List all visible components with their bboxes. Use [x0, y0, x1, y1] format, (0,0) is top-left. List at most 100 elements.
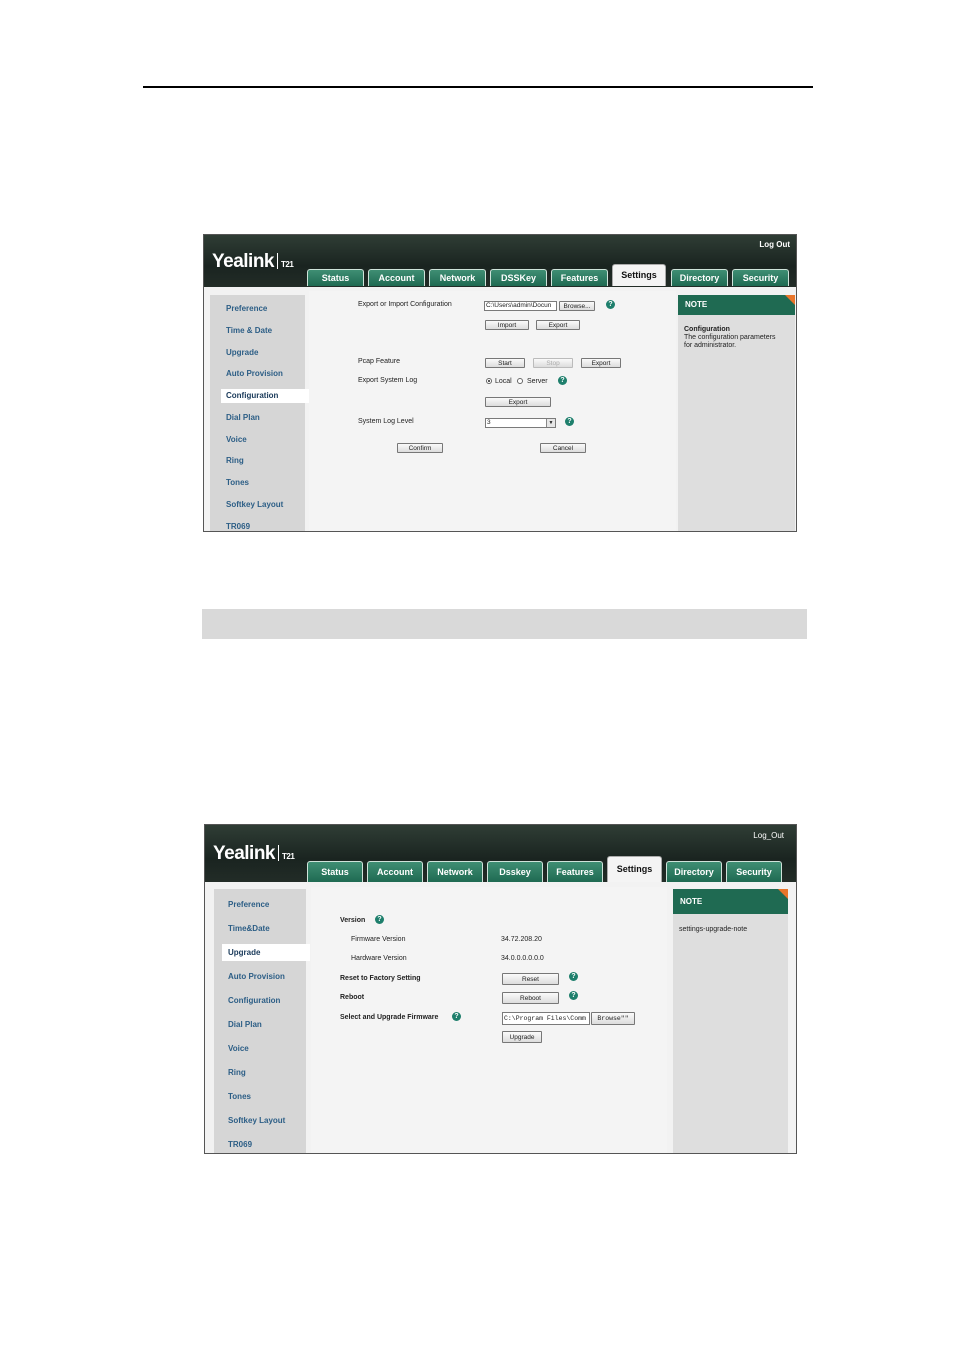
help-icon[interactable]: ?: [606, 300, 615, 309]
sidebar-item-voice[interactable]: Voice: [214, 1042, 306, 1056]
sidebar-item-softkey-layout[interactable]: Softkey Layout: [210, 498, 305, 512]
sidebar-item-time-date[interactable]: Time&Date: [214, 922, 306, 936]
help-icon[interactable]: ?: [558, 376, 567, 385]
sidebar-item-ring[interactable]: Ring: [210, 454, 305, 468]
note-corner-icon: [785, 295, 795, 305]
help-icon[interactable]: ?: [565, 417, 574, 426]
logout-link[interactable]: Log_Out: [753, 831, 784, 840]
sidebar-item-auto-provision[interactable]: Auto Provision: [210, 367, 305, 381]
sidebar-item-preference[interactable]: Preference: [210, 302, 305, 316]
note-title: Configuration: [684, 326, 730, 333]
pcap-start-button[interactable]: Start: [485, 358, 525, 368]
screenshot-upgrade: Yealink T21 Log_Out Status Account Networ…: [204, 824, 797, 1154]
tab-security[interactable]: Security: [732, 269, 789, 286]
sidebar-item-upgrade[interactable]: Upgrade: [210, 346, 305, 360]
sidebar-item-preference[interactable]: Preference: [214, 898, 306, 912]
reset-label: Reset to Factory Setting: [340, 975, 421, 982]
tab-settings[interactable]: Settings: [607, 856, 662, 882]
firmware-version-label: Firmware Version: [351, 936, 406, 943]
logout-link[interactable]: Log Out: [759, 240, 790, 249]
server-radio[interactable]: [517, 378, 523, 384]
tab-dsskey[interactable]: Dsskey: [487, 861, 543, 882]
browse-button[interactable]: Browse...: [559, 301, 595, 311]
sidebar-item-dial-plan[interactable]: Dial Plan: [214, 1018, 306, 1032]
web-header: Yealink T21 Log Out Status Account Networ…: [204, 235, 796, 287]
local-label: Local: [495, 378, 512, 385]
sidebar-item-tones[interactable]: Tones: [214, 1090, 306, 1104]
upgrade-firmware-label: Select and Upgrade Firmware: [340, 1014, 439, 1021]
sidebar-item-configuration[interactable]: Configuration: [221, 389, 309, 403]
log-export-button[interactable]: Export: [485, 397, 551, 407]
tab-features[interactable]: Features: [551, 269, 608, 286]
cancel-button[interactable]: Cancel: [540, 443, 586, 453]
tab-account[interactable]: Account: [368, 269, 425, 286]
upgrade-form: Version ? Firmware Version 34.72.208.20 …: [311, 887, 667, 1153]
yealink-logo: Yealink T21: [213, 843, 295, 864]
hardware-version-label: Hardware Version: [351, 955, 407, 962]
version-label: Version: [340, 917, 366, 924]
tab-directory[interactable]: Directory: [671, 269, 728, 286]
sidebar-item-upgrade[interactable]: Upgrade: [222, 944, 310, 961]
log-level-label: System Log Level: [358, 418, 414, 425]
help-icon[interactable]: ?: [452, 1012, 461, 1021]
tab-features[interactable]: Features: [547, 861, 603, 882]
note-text: The configuration parameters for adminis…: [684, 334, 776, 349]
config-form: Export or Import Configuration C:\Users\…: [309, 291, 676, 531]
log-level-value: 3: [487, 419, 491, 426]
tab-status[interactable]: Status: [307, 269, 364, 286]
reboot-button[interactable]: Reboot: [502, 992, 559, 1004]
export-config-button[interactable]: Export: [536, 320, 580, 330]
sidebar-item-configuration[interactable]: Configuration: [214, 994, 306, 1008]
confirm-button[interactable]: Confirm: [397, 443, 443, 453]
help-icon[interactable]: ?: [375, 915, 384, 924]
firmware-version-value: 34.72.208.20: [501, 936, 542, 943]
upgrade-button[interactable]: Upgrade: [502, 1031, 542, 1043]
sidebar-item-auto-provision[interactable]: Auto Provision: [214, 970, 306, 984]
page-top-rule: [143, 86, 813, 88]
local-radio[interactable]: [486, 378, 492, 384]
server-label: Server: [527, 378, 548, 385]
hardware-version-value: 34.0.0.0.0.0.0: [501, 955, 544, 962]
tab-settings[interactable]: Settings: [612, 264, 666, 286]
note-panel: NOTE settings-upgrade-note: [673, 889, 788, 1153]
note-panel: NOTE Configuration The configuration par…: [678, 295, 795, 531]
sidebar-item-tones[interactable]: Tones: [210, 476, 305, 490]
note-heading: NOTE: [678, 295, 795, 315]
firmware-file-input[interactable]: C:\Program Files\Comm: [502, 1012, 590, 1025]
note-corner-icon: [778, 889, 788, 899]
export-log-label: Export System Log: [358, 377, 418, 384]
note-heading: NOTE: [673, 889, 788, 914]
sidebar-item-tr069[interactable]: TR069: [214, 1138, 306, 1152]
sidebar-item-voice[interactable]: Voice: [210, 433, 305, 447]
tab-security[interactable]: Security: [726, 861, 782, 882]
reboot-label: Reboot: [340, 994, 365, 1001]
tab-network[interactable]: Network: [429, 269, 486, 286]
config-file-input[interactable]: C:\Users\admin\Docun: [484, 301, 557, 311]
reset-button[interactable]: Reset: [502, 973, 559, 985]
help-icon[interactable]: ?: [569, 991, 578, 1000]
tab-dsskey[interactable]: DSSKey: [490, 269, 547, 286]
pcap-export-button[interactable]: Export: [581, 358, 621, 368]
sidebar-item-time-date[interactable]: Time & Date: [210, 324, 305, 338]
sidebar-item-dial-plan[interactable]: Dial Plan: [210, 411, 305, 425]
web-header: Yealink T21 Log_Out Status Account Networ…: [205, 825, 796, 882]
log-level-select[interactable]: 3 ▼: [485, 418, 556, 428]
yealink-logo: Yealink T21: [212, 251, 294, 272]
tab-network[interactable]: Network: [427, 861, 483, 882]
sidebar-item-softkey-layout[interactable]: Softkey Layout: [214, 1114, 306, 1128]
screenshot-configuration: Yealink T21 Log Out Status Account Networ…: [203, 234, 797, 532]
pcap-stop-button[interactable]: Stop: [533, 358, 573, 368]
tab-account[interactable]: Account: [367, 861, 423, 882]
tab-status[interactable]: Status: [307, 861, 363, 882]
export-import-label: Export or Import Configuration: [358, 301, 452, 308]
sidebar-item-tr069[interactable]: TR069: [210, 520, 305, 531]
help-icon[interactable]: ?: [569, 972, 578, 981]
pcap-label: Pcap Feature: [358, 358, 401, 365]
tab-directory[interactable]: Directory: [666, 861, 722, 882]
browse-button[interactable]: Browse"": [591, 1012, 635, 1025]
import-button[interactable]: Import: [485, 320, 529, 330]
sidebar: Preference Time & Date Upgrade Auto Prov…: [210, 295, 309, 531]
sidebar: Preference Time&Date Upgrade Auto Provis…: [214, 889, 310, 1153]
note-text: settings-upgrade-note: [679, 926, 748, 933]
sidebar-item-ring[interactable]: Ring: [214, 1066, 306, 1080]
